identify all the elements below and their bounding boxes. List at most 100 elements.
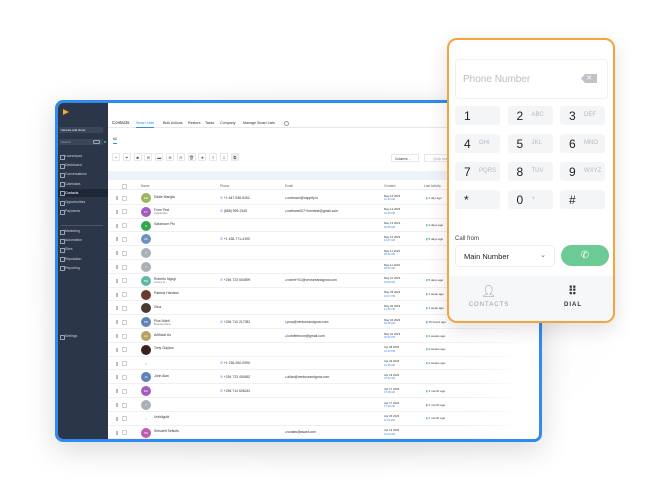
row-checkbox[interactable] [122,209,127,215]
drag-handle-icon[interactable] [116,361,118,366]
row-checkbox[interactable] [122,250,127,256]
contact-phone[interactable]: +254 714 606242 [220,389,251,393]
sidebar-item-reporting[interactable]: Reporting [58,264,108,272]
phone-number-input[interactable]: Phone Number ✕ [455,59,608,99]
contact-name[interactable]: Unfollguitt [154,415,169,419]
contact-phone[interactable]: +254 710 217381 [220,320,251,324]
key-2[interactable]: 2 ABC [507,106,553,125]
export-icon[interactable]: ⇪ [209,153,218,161]
drag-handle-icon[interactable] [116,320,118,325]
sidebar-search[interactable]: Search [59,139,106,145]
header-created[interactable]: Created [384,184,395,188]
contact-phone[interactable]: +1 647-938-5262 [220,196,250,200]
drag-handle-icon[interactable] [116,278,118,283]
header-name[interactable]: Name [141,184,150,188]
tab-company[interactable]: Company [220,121,235,125]
sidebar-item-sites[interactable]: Sites [58,245,108,253]
row-checkbox[interactable] [122,430,127,436]
row-checkbox[interactable] [122,223,127,229]
row-checkbox[interactable] [122,333,127,339]
key-3[interactable]: 3 DEF [560,106,605,125]
tab-tasks[interactable]: Tasks [205,121,214,125]
sidebar-item-launchpad[interactable]: Launchpad [58,152,108,160]
key-0[interactable]: 0 + [507,190,553,209]
drag-handle-icon[interactable] [116,251,118,256]
row-checkbox[interactable] [122,305,127,311]
star-icon[interactable]: ★ [198,153,207,161]
drag-handle-icon[interactable] [116,237,118,242]
sidebar-item-calendars[interactable]: Calendars [58,180,108,188]
header-email[interactable]: Email [285,184,293,188]
drag-handle-icon[interactable] [116,223,118,228]
contact-name[interactable]: Patricia Harrison [154,291,179,295]
email-icon[interactable]: ▬ [155,153,164,161]
sidebar-item-dashboard[interactable]: Dashboard [58,161,108,169]
contact-name[interactable]: Eddie Mangla [154,195,175,199]
drag-handle-icon[interactable] [116,403,118,407]
columns-dropdown[interactable]: Columns ⌄ [391,154,419,162]
row-checkbox[interactable] [122,278,127,284]
drag-handle-icon[interactable] [116,375,118,380]
contact-email[interactable]: kofofetecom@gmail.com [285,334,324,338]
nav-dial[interactable]: ⠿ DIAL [533,284,613,308]
contact-email[interactable]: nathans007+formtest@gmail.com [285,209,338,213]
contact-name[interactable]: Sefuaetf Sefsofs [154,429,179,433]
drag-handle-icon[interactable] [116,430,118,435]
sidebar-item-payments[interactable]: Payments [58,207,108,215]
row-checkbox[interactable] [122,388,127,394]
key-7[interactable]: 7 PQRS [455,162,500,181]
row-checkbox[interactable] [122,374,127,380]
sidebar-item-contacts[interactable]: Contacts [58,188,108,197]
contact-phone[interactable]: (888) 999-2345 [220,209,247,213]
tab-restore[interactable]: Restore [188,121,201,125]
contact-name[interactable]: Artificial Us [154,333,171,337]
drag-handle-icon[interactable] [116,347,118,352]
drag-handle-icon[interactable] [116,196,118,200]
drag-handle-icon[interactable] [116,389,118,394]
contact-email[interactable]: sxafas@asasf.com [285,430,316,434]
key-star[interactable]: * [455,190,500,209]
call-button[interactable]: ✆ [561,245,609,266]
sidebar-item-conversations[interactable]: Conversations [58,170,108,178]
key-9[interactable]: 9 WXYZ [560,162,605,181]
contact-phone[interactable]: +1 438-771-4190 [220,237,250,241]
settings-gear-icon[interactable] [284,121,289,126]
nav-contacts[interactable]: 👤︎ CONTACTS [449,284,529,308]
row-checkbox[interactable] [122,319,127,325]
contact-phone[interactable]: +254 723 454562 [220,375,251,379]
row-checkbox[interactable] [122,416,127,422]
contact-phone[interactable]: +1 236-260-0990 [220,361,250,365]
contact-name[interactable]: John Alan [154,374,169,378]
call-from-select[interactable]: Main Number ⌄ [455,245,555,267]
drag-handle-icon[interactable] [116,292,118,297]
drag-handle-icon[interactable] [116,209,118,214]
row-checkbox[interactable] [122,361,127,367]
drag-handle-icon[interactable] [116,334,118,338]
contact-name[interactable]: Safaricom Plc [154,222,175,226]
key-8[interactable]: 8 TUV [507,162,553,181]
contact-email[interactable]: robert+01@ventureandgrow.com [285,278,337,282]
merge-icon[interactable]: ⧉ [230,153,239,161]
delete-icon[interactable]: 🗑︎ [187,153,196,161]
row-checkbox[interactable] [122,292,127,298]
contact-phone[interactable]: +254 723 504899 [220,278,251,282]
contact-name[interactable]: Gina [154,305,161,309]
sidebar-item-reputation[interactable]: Reputation [58,255,108,263]
row-checkbox[interactable] [122,264,127,270]
tag-remove-icon[interactable]: ⊖ [176,153,185,161]
filter-icon[interactable]: ⏷ [122,153,131,161]
key-4[interactable]: 4 GHI [455,134,500,153]
message-icon[interactable]: ✉ [144,153,153,161]
robot-icon[interactable]: ☻ [133,153,142,161]
tab-bulk-actions[interactable]: Bulk Actions [163,121,183,125]
contact-email[interactable]: pius@ventureandgrow.com [285,320,328,324]
key-5[interactable]: 5 JKL [507,134,553,153]
key-hash[interactable]: # [560,190,605,209]
drag-handle-icon[interactable] [116,306,118,311]
row-checkbox[interactable] [122,347,127,353]
contact-name[interactable]: Tony Clayton [154,346,174,350]
row-checkbox[interactable] [122,236,127,242]
drag-handle-icon[interactable] [116,416,118,421]
import-icon[interactable]: ⇩ [220,153,228,161]
sidebar-item-settings[interactable]: Settings [58,332,108,340]
